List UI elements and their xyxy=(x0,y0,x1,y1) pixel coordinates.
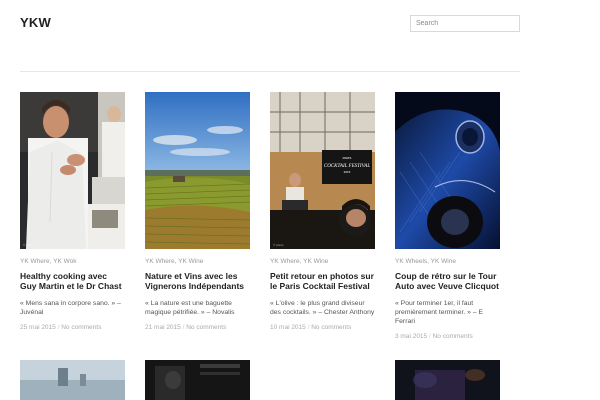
post-thumbnail[interactable] xyxy=(145,92,250,249)
post-card: YK Where, YK Wine Nature et Vins avec le… xyxy=(145,92,250,332)
comments-link[interactable]: No comments xyxy=(61,324,101,331)
post-thumbnail[interactable] xyxy=(20,360,125,400)
category-link[interactable]: YK Wok xyxy=(53,258,76,265)
category-link[interactable]: YK Where xyxy=(20,258,50,265)
category-link[interactable]: YK Wine xyxy=(431,258,456,265)
post-categories: YK Where, YK Wok xyxy=(20,258,77,265)
site-title[interactable]: YKW xyxy=(20,15,51,30)
cocktail-festival-photo: PARIS COCKTAIL FESTIVAL 2015 xyxy=(270,92,375,249)
vintage-car-photo xyxy=(395,92,500,249)
post-excerpt: « Pour terminer 1er, il faut premièremen… xyxy=(395,300,484,325)
post-card: © photo YK Where, YK Wok Healthy cooking… xyxy=(20,92,125,332)
category-link[interactable]: YK Wine xyxy=(178,258,203,265)
post-meta: 3 mai 2015 / No comments xyxy=(395,333,473,340)
harbor-photo xyxy=(20,360,125,400)
post-meta: 21 mai 2015 / No comments xyxy=(145,324,227,331)
post-excerpt: « L'olive : le plus grand diviseur des c… xyxy=(270,300,375,316)
post-card: YK Wheels, YK Wine Coup de rétro sur le … xyxy=(395,92,500,341)
post-title[interactable]: Healthy cooking avec Guy Martin et le Dr… xyxy=(20,271,125,291)
comments-link[interactable]: No comments xyxy=(433,333,473,340)
vineyard-photo xyxy=(145,92,250,249)
post-card: PARIS COCKTAIL FESTIVAL 2015 © photo YK … xyxy=(270,92,375,332)
post-categories: YK Wheels, YK Wine xyxy=(395,258,456,265)
post-date: 21 mai 2015 xyxy=(145,324,181,331)
post-meta: 25 mai 2015 / No comments xyxy=(20,324,102,331)
post-categories: YK Where, YK Wine xyxy=(145,258,204,265)
comments-link[interactable]: No comments xyxy=(186,324,226,331)
svg-text:2015: 2015 xyxy=(344,170,351,174)
chef-photo xyxy=(20,92,125,249)
post-date: 10 mai 2015 xyxy=(270,324,306,331)
post-thumbnail[interactable]: PARIS COCKTAIL FESTIVAL 2015 © photo xyxy=(270,92,375,249)
category-link[interactable]: YK Wheels xyxy=(395,258,427,265)
category-link[interactable]: YK Where xyxy=(145,258,175,265)
post-thumbnail[interactable] xyxy=(395,360,500,400)
category-link[interactable]: YK Where xyxy=(270,258,300,265)
header-divider xyxy=(20,71,520,72)
post-meta: 10 mai 2015 / No comments xyxy=(270,324,352,331)
post-thumbnail[interactable]: © photo xyxy=(20,92,125,249)
svg-text:PARIS: PARIS xyxy=(343,156,352,160)
post-thumbnail[interactable] xyxy=(395,92,500,249)
comments-link[interactable]: No comments xyxy=(311,324,351,331)
bar-interior-photo xyxy=(145,360,250,400)
post-excerpt: « Mens sana in corpore sano. » – Juvénal xyxy=(20,300,121,316)
svg-text:COCKTAIL FESTIVAL: COCKTAIL FESTIVAL xyxy=(324,164,370,169)
category-link[interactable]: YK Wine xyxy=(303,258,328,265)
post-date: 25 mai 2015 xyxy=(20,324,56,331)
search-input[interactable] xyxy=(410,15,520,32)
night-scene-photo xyxy=(395,360,500,400)
post-title[interactable]: Petit retour en photos sur le Paris Cock… xyxy=(270,271,375,291)
post-excerpt: « La nature est une baguette magique pét… xyxy=(145,300,235,316)
post-title[interactable]: Coup de rétro sur le Tour Auto avec Veuv… xyxy=(395,271,500,291)
post-thumbnail[interactable] xyxy=(145,360,250,400)
post-date: 3 mai 2015 xyxy=(395,333,428,340)
post-title[interactable]: Nature et Vins avec les Vignerons Indépe… xyxy=(145,271,250,291)
post-categories: YK Where, YK Wine xyxy=(270,258,329,265)
